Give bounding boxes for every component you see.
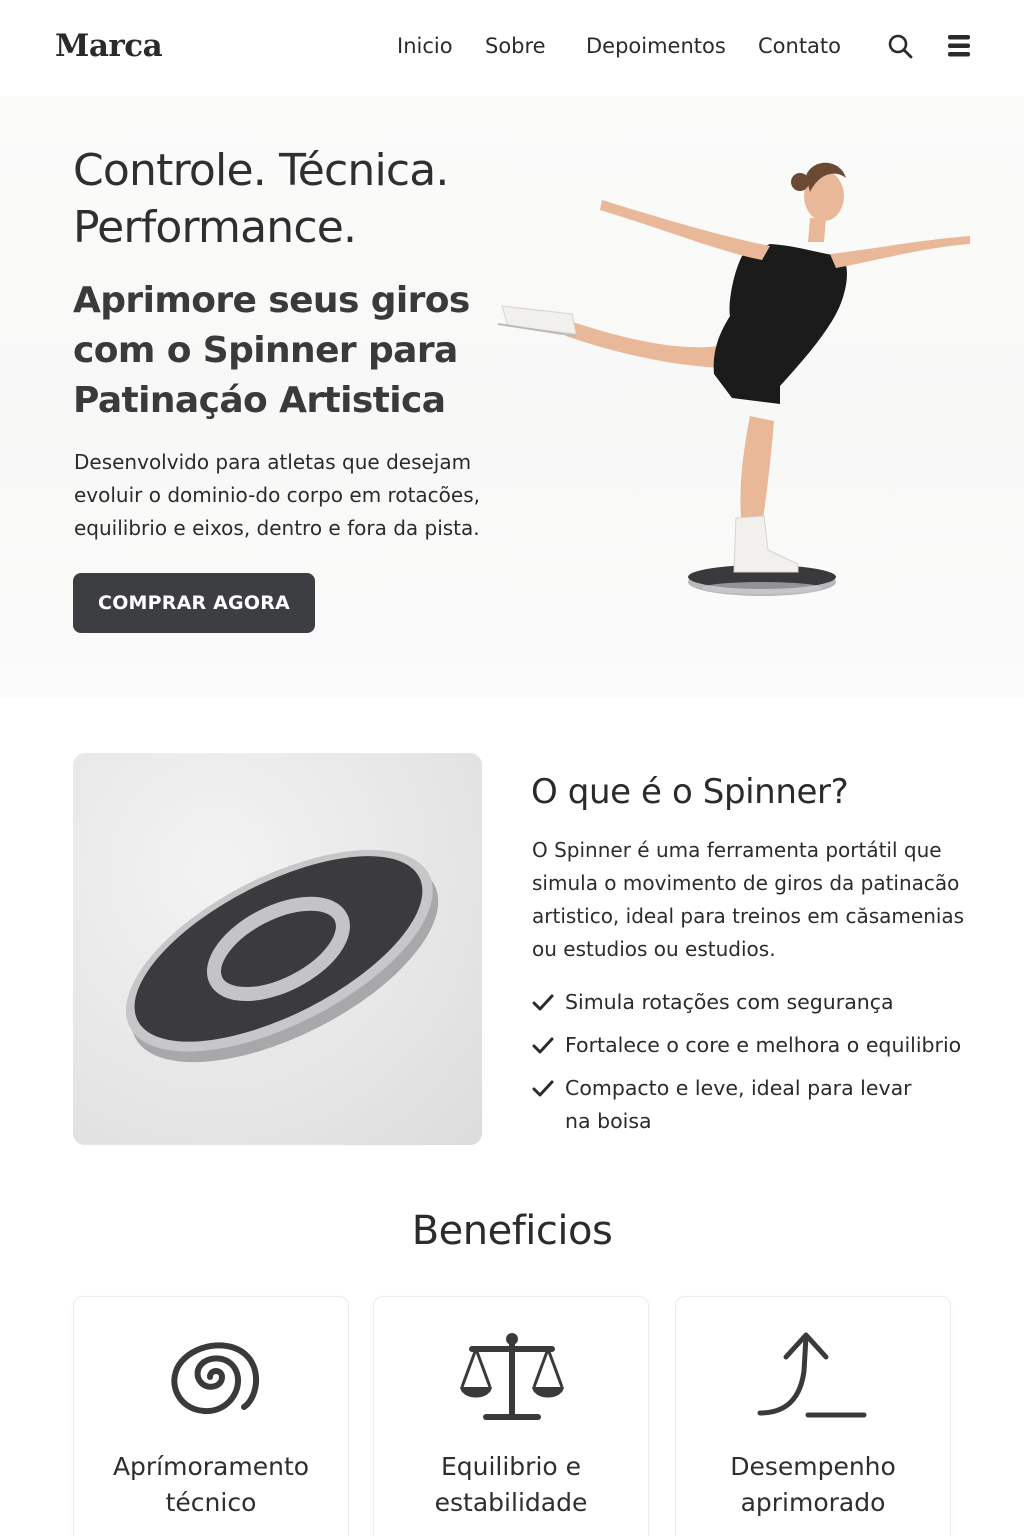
checkmark-icon [532,994,554,1011]
search-icon [888,34,913,59]
brand-logo[interactable]: Marca [55,28,163,64]
nav-link-depoimentos[interactable]: Depoimentos [586,34,726,58]
scale-balance-icon [460,1333,564,1420]
hero-title: Controle. Técnica. Performance. [73,145,449,253]
hero-subtitle: Aprimore seus giros com o Spinner para P… [73,280,470,421]
buy-now-button[interactable]: COMPRAR AGORA [73,573,315,633]
benefit-label: Aprímoramento técnico [112,1452,310,1517]
checkmark-icon [532,1037,554,1054]
benefit-label: Desempenho aprimorado [730,1452,896,1517]
list-item: Fortalece o core e melhora o equilibrio [532,1029,992,1062]
list-item: Compacto e leve, ideal para levar na boi… [532,1072,912,1138]
hamburger-menu-icon [948,35,970,57]
site-header: Marca Inicio Sobre Depoimentos Contato [0,0,1024,96]
product-image-card [73,753,482,1145]
feature-text: Simula rotações com segurança [565,990,894,1014]
benefits-title: Beneficios [411,1208,613,1254]
benefit-card: Desempenho aprimorado [675,1296,951,1536]
list-item: Simula rotações com segurança [532,986,992,1019]
arrow-up-curve-icon [757,1332,867,1418]
benefit-card: Aprímoramento técnico [73,1296,349,1536]
skater-image [497,162,970,596]
search-button[interactable] [885,30,915,62]
nav-link-sobre[interactable]: Sobre [485,34,546,58]
feature-list: Simula rotações com segurança Fortalece … [532,986,992,1148]
feature-text: Compacto e leve, ideal para levar na boi… [565,1076,912,1133]
benefit-label: Equilibrio e estabilidade [434,1452,588,1517]
hero-section: Controle. Técnica. Performance. Aprimore… [0,96,1024,698]
benefit-card: Equilibrio e estabilidade [373,1296,649,1536]
feature-text: Fortalece o core e melhora o equilibrio [565,1033,962,1057]
spinner-product-image [125,849,439,1063]
spiral-icon [171,1342,260,1415]
hero-description: Desenvolvido para atletas que desejam ev… [74,450,480,540]
nav-link-inicio[interactable]: Inicio [397,34,453,58]
menu-button[interactable] [944,30,974,62]
nav-link-contato[interactable]: Contato [758,34,841,58]
checkmark-icon [532,1080,554,1097]
what-is-title: O que é o Spinner? [531,772,849,812]
what-is-description: O Spinner é uma ferramenta portátil que … [532,838,965,961]
